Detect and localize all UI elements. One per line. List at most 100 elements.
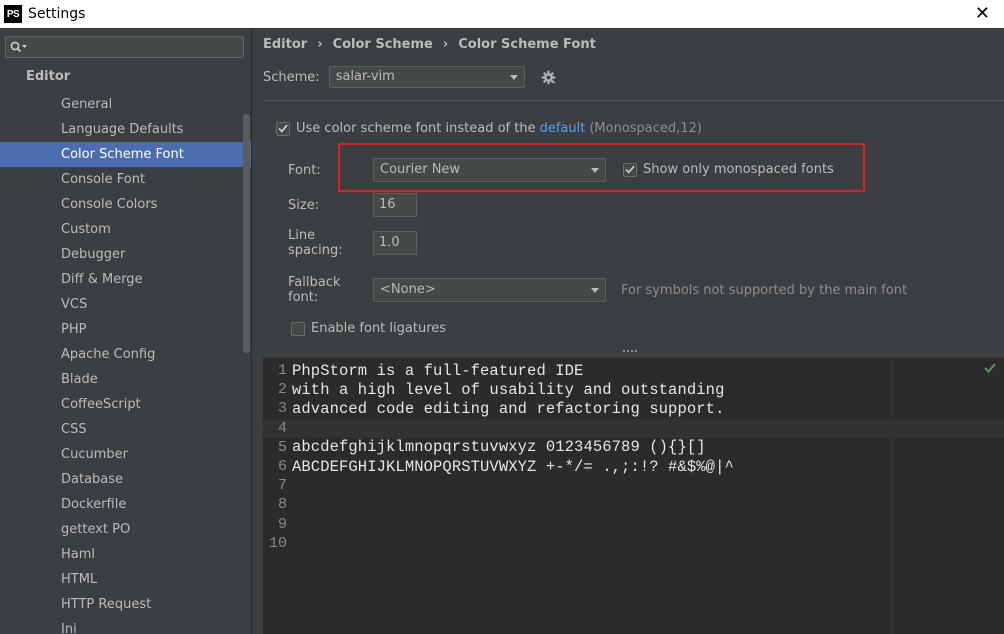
fallback-font-hint: For symbols not supported by the main fo… bbox=[621, 282, 908, 298]
line-spacing-row: Line spacing: 1.0 bbox=[288, 228, 417, 258]
splitter-handle[interactable] bbox=[623, 350, 637, 354]
line-number: 8 bbox=[277, 496, 287, 514]
search-icon[interactable] bbox=[10, 41, 28, 53]
line-spacing-label: Line spacing: bbox=[288, 228, 343, 258]
line-number: 3 bbox=[277, 400, 287, 418]
font-dropdown-value: Courier New bbox=[380, 162, 461, 177]
fallback-font-label: Fallback font: bbox=[288, 275, 341, 305]
ligatures-row: Enable font ligatures bbox=[291, 321, 446, 336]
use-scheme-font-checkbox[interactable] bbox=[276, 121, 290, 136]
code-text: PhpStorm is a full-featured IDE bbox=[292, 361, 584, 380]
sidebar-item-blade[interactable]: Blade bbox=[0, 367, 251, 392]
font-row: Font: Courier New bbox=[288, 158, 606, 182]
fallback-font-row: Fallback font: <None> For symbols not su… bbox=[288, 275, 907, 305]
code-line[interactable]: 4 bbox=[263, 418, 1004, 438]
sidebar-item-css[interactable]: CSS bbox=[0, 417, 251, 442]
sidebar-nav-list: General Language Defaults Color Scheme Fon… bbox=[0, 92, 251, 634]
breadcrumb-color-scheme[interactable]: Color Scheme bbox=[333, 37, 433, 52]
code-line[interactable]: 5 abcdefghijklmnopqrstuvwxyz 0123456789 (… bbox=[263, 438, 1004, 457]
chevron-down-icon bbox=[591, 168, 599, 173]
sidebar-item-language-defaults[interactable]: Language Defaults bbox=[0, 117, 251, 142]
sidebar-item-php[interactable]: PHP bbox=[0, 317, 251, 342]
use-scheme-font-row: Use color scheme font instead of the def… bbox=[276, 121, 702, 136]
sidebar-item-ini[interactable]: Ini bbox=[0, 617, 251, 634]
font-dropdown[interactable]: Courier New bbox=[373, 158, 606, 182]
close-icon[interactable]: ✕ bbox=[975, 3, 990, 24]
font-label: Font: bbox=[288, 162, 321, 178]
line-number: 2 bbox=[277, 381, 287, 399]
sidebar-item-apache-config[interactable]: Apache Config bbox=[0, 342, 251, 367]
code-text: ABCDEFGHIJKLMNOPQRSTUVWXYZ +-*/= .,;:!? … bbox=[292, 457, 734, 476]
sidebar-item-database[interactable]: Database bbox=[0, 467, 251, 492]
default-font-link[interactable]: default bbox=[540, 121, 586, 136]
sidebar-item-console-font[interactable]: Console Font bbox=[0, 167, 251, 192]
breadcrumb-color-scheme-font: Color Scheme Font bbox=[458, 37, 596, 52]
fallback-font-dropdown[interactable]: <None> bbox=[373, 278, 606, 302]
line-number: 7 bbox=[277, 477, 287, 495]
chevron-down-icon bbox=[509, 75, 518, 80]
scheme-dropdown-value: salar-vim bbox=[335, 69, 395, 84]
code-line[interactable]: 2 with a high level of usability and outs… bbox=[263, 380, 1004, 399]
code-text: advanced code editing and refactoring su… bbox=[292, 399, 725, 418]
code-line[interactable]: 7 bbox=[263, 476, 1004, 495]
section-divider bbox=[263, 100, 1004, 101]
scheme-dropdown[interactable]: salar-vim bbox=[328, 66, 525, 88]
settings-sidebar: Editor General Language Defaults Color Sch… bbox=[0, 28, 252, 634]
title-bar: PS Settings ✕ bbox=[0, 0, 1004, 28]
sidebar-item-coffeescript[interactable]: CoffeeScript bbox=[0, 392, 251, 417]
font-preview-editor[interactable]: 1 PhpStorm is a full-featured IDE 2 with a … bbox=[263, 357, 1004, 634]
sidebar-item-general[interactable]: General bbox=[0, 92, 251, 117]
scheme-label: Scheme: bbox=[263, 69, 320, 85]
sidebar-scrollbar[interactable] bbox=[243, 114, 250, 353]
size-row: Size: 16 bbox=[288, 193, 417, 217]
sidebar-item-html[interactable]: HTML bbox=[0, 567, 251, 592]
sidebar-item-custom[interactable]: Custom bbox=[0, 217, 251, 242]
line-number: 9 bbox=[277, 515, 287, 533]
sidebar-item-diff-merge[interactable]: Diff & Merge bbox=[0, 267, 251, 292]
code-line[interactable]: 1 PhpStorm is a full-featured IDE bbox=[263, 361, 1004, 380]
code-line[interactable]: 10 bbox=[263, 534, 1004, 553]
ligatures-checkbox[interactable] bbox=[291, 321, 305, 336]
monospaced-only-checkbox[interactable] bbox=[623, 162, 637, 177]
settings-main-panel: Editor › Color Scheme › Color Scheme Fon… bbox=[253, 28, 1004, 634]
sidebar-item-vcs[interactable]: VCS bbox=[0, 292, 251, 317]
sidebar-section-editor[interactable]: Editor bbox=[26, 69, 70, 84]
sidebar-item-gettext-po[interactable]: gettext PO bbox=[0, 517, 251, 542]
sidebar-item-dockerfile[interactable]: Dockerfile bbox=[0, 492, 251, 517]
size-input[interactable]: 16 bbox=[373, 193, 417, 217]
code-line[interactable]: 3 advanced code editing and refactoring s… bbox=[263, 399, 1004, 418]
code-line[interactable]: 6 ABCDEFGHIJKLMNOPQRSTUVWXYZ +-*/= .,;:!?… bbox=[263, 457, 1004, 476]
settings-search-box[interactable] bbox=[5, 36, 244, 58]
phpstorm-app-icon: PS bbox=[4, 5, 22, 23]
line-number: 10 bbox=[268, 534, 287, 552]
scheme-row: Scheme: salar-vim bbox=[263, 66, 557, 88]
breadcrumb-separator: › bbox=[317, 37, 323, 52]
breadcrumb-separator: › bbox=[442, 37, 449, 52]
line-spacing-input[interactable]: 1.0 bbox=[373, 231, 417, 255]
code-line[interactable]: 9 bbox=[263, 515, 1004, 534]
default-font-detail: (Monospaced,12) bbox=[589, 121, 702, 136]
size-label: Size: bbox=[288, 197, 320, 213]
line-number: 4 bbox=[277, 419, 287, 437]
gear-icon[interactable] bbox=[541, 69, 557, 85]
line-number: 1 bbox=[277, 362, 287, 379]
fallback-font-value: <None> bbox=[380, 282, 436, 297]
sidebar-item-cucumber[interactable]: Cucumber bbox=[0, 442, 251, 467]
monospaced-row: Show only monospaced fonts bbox=[623, 162, 834, 177]
sidebar-item-color-scheme-font[interactable]: Color Scheme Font bbox=[0, 142, 251, 167]
code-text: abcdefghijklmnopqrstuvwxyz 0123456789 ()… bbox=[292, 438, 706, 457]
window-title: Settings bbox=[28, 6, 86, 22]
use-scheme-font-label: Use color scheme font instead of the bbox=[296, 121, 536, 136]
sidebar-item-debugger[interactable]: Debugger bbox=[0, 242, 251, 267]
breadcrumb-editor[interactable]: Editor bbox=[263, 37, 307, 52]
monospaced-only-label: Show only monospaced fonts bbox=[643, 162, 834, 177]
sidebar-item-haml[interactable]: Haml bbox=[0, 542, 251, 567]
line-number: 6 bbox=[277, 458, 287, 475]
sidebar-item-console-colors[interactable]: Console Colors bbox=[0, 192, 251, 217]
settings-search-input[interactable] bbox=[28, 37, 243, 57]
ligatures-label: Enable font ligatures bbox=[311, 321, 447, 336]
chevron-down-icon bbox=[591, 288, 599, 293]
line-number: 5 bbox=[277, 438, 287, 456]
sidebar-item-http-request[interactable]: HTTP Request bbox=[0, 592, 251, 617]
code-line[interactable]: 8 bbox=[263, 495, 1004, 514]
